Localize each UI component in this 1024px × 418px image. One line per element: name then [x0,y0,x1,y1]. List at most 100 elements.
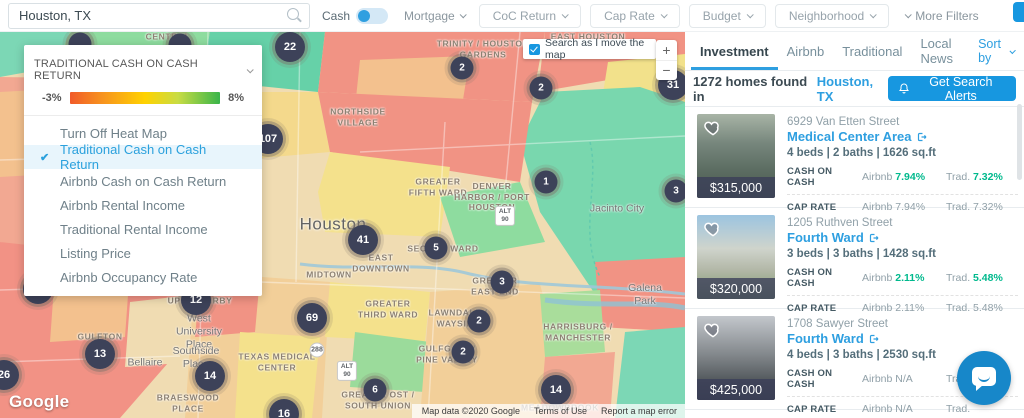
search-as-move-control: Search as I move the map [523,37,656,61]
heatmap-option[interactable]: ✔ Traditional Cash on Cash Return [24,142,262,172]
metric-label: CASH ON CASH [787,267,833,289]
zoom-out-button[interactable]: − [656,61,677,81]
listing-card[interactable]: $320,000 1205 Ruthven Street Fourth Ward… [685,208,1024,314]
map-cluster-marker[interactable]: 2 [467,309,491,333]
heatmap-option[interactable]: Listing Price [24,241,262,265]
map-cluster-marker[interactable]: 2 [529,76,553,100]
chevron-down-icon [869,11,877,19]
map-cluster-marker[interactable]: 3 [664,179,685,203]
filter-button-label: CoC Return [492,8,557,23]
metric-row-cash-on-cash: CASH ON CASH Airbnb 2.11% Trad. 5.48% [787,267,1018,289]
map-data-credit: Map data ©2020 Google [421,406,520,416]
map-attribution: Map data ©2020 Google Terms of Use Repor… [411,404,685,418]
heatmap-option[interactable]: Airbnb Rental Income [24,193,262,217]
metric-airbnb-value: Airbnb N/A [862,373,913,385]
results-tab[interactable]: Airbnb [778,32,834,70]
neighborhood-link[interactable]: Fourth Ward [787,230,1018,245]
listing-photo[interactable]: $315,000 [697,114,775,198]
favorite-heart-icon[interactable] [702,219,724,239]
metric-row-cash-on-cash: CASH ON CASH Airbnb 7.94% Trad. 7.32% [787,166,1018,188]
listing-info: 6929 Van Etten Street Medical Center Are… [775,114,1018,213]
heatmap-option-label: Traditional Cash on Cash Return [60,142,207,172]
external-link-icon [917,132,926,141]
google-logo: Google [9,392,70,411]
heatmap-option[interactable]: Traditional Rental Income [24,217,262,241]
heatmap-dropdown-header[interactable]: TRADITIONAL CASH ON CASH RETURN [24,45,262,92]
search-icon[interactable] [283,5,305,27]
results-tab[interactable]: Local News [911,32,978,70]
map-cluster-marker[interactable]: 14 [195,361,225,391]
filter-button[interactable]: Budget [688,3,766,28]
neighborhood-link[interactable]: Medical Center Area [787,129,1018,144]
heatmap-option-label: Traditional Rental Income [60,221,208,237]
external-link-icon [869,233,879,242]
metric-trad-value: Trad. 5.48% [946,272,1003,284]
map-cluster-marker[interactable]: 22 [275,32,305,62]
results-location-link[interactable]: Houston, TX [817,74,888,104]
alerts-button-label: Get Search Alerts [929,74,993,103]
divider [24,115,262,116]
heatmap-option[interactable]: Airbnb Cash on Cash Return [24,169,262,193]
map-zoom-control: + − [656,40,677,80]
search-as-move-checkbox[interactable] [529,43,540,55]
map-cluster-marker[interactable]: 3 [490,270,514,294]
toggle-knob [358,9,371,22]
cash-mortgage-toggle[interactable] [356,7,389,24]
favorite-heart-icon[interactable] [702,320,724,340]
scrollbar-thumb[interactable] [1017,104,1022,180]
get-search-alerts-button[interactable]: Get Search Alerts [887,74,1016,103]
filter-button[interactable]: Cap Rate [590,3,680,28]
filter-button[interactable]: CoC Return [478,3,582,28]
chevron-down-icon [561,11,569,19]
sort-by-dropdown[interactable]: Sort by [978,37,1016,65]
map-cluster-marker[interactable]: 2 [451,340,475,364]
results-tab[interactable]: Traditional [833,32,911,70]
mortgage-dropdown[interactable]: Mortgage [404,8,467,23]
mortgage-label: Mortgage [404,8,455,23]
neighborhood-name: Fourth Ward [787,331,864,346]
location-search [8,2,310,29]
chat-widget-button[interactable] [957,351,1011,405]
terms-of-use-link[interactable]: Terms of Use [534,406,587,416]
listing-card[interactable]: $315,000 6929 Van Etten Street Medical C… [685,107,1024,213]
results-tabs: Investment Airbnb Traditional Local News… [685,32,1024,71]
chevron-down-icon [904,11,912,19]
neighborhood-name: Medical Center Area [787,129,912,144]
more-filters-button[interactable]: More Filters [904,9,979,23]
listing-price: $320,000 [697,278,775,299]
heatmap-option[interactable]: Airbnb Occupancy Rate [24,265,262,289]
listing-info: 1205 Ruthven Street Fourth Ward 3 beds |… [775,215,1018,314]
listing-specs: 3 beds | 3 baths | 1428 sq.ft [787,248,936,260]
favorite-heart-icon[interactable] [702,118,724,138]
map-cluster-marker[interactable]: 41 [348,225,378,255]
report-map-error-link[interactable]: Report a map error [601,406,677,416]
filter-button[interactable]: Neighborhood [774,3,890,28]
map-cluster-marker[interactable]: 1 [534,170,558,194]
metric-trad-value: Trad. 7.32% [946,171,1003,183]
legend-min-label: -3% [42,92,62,104]
map-cluster-marker[interactable]: 14 [541,375,571,405]
filter-button-label: Budget [702,8,741,23]
results-header: 1272 homes found in Houston, TX Get Sear… [685,71,1024,107]
legend-gradient-bar [69,92,221,104]
sort-by-label: Sort by [978,37,1002,65]
map-cluster-marker[interactable]: 13 [85,339,115,369]
heatmap-legend: -3% 8% [24,92,262,115]
neighborhood-name: Fourth Ward [787,230,864,245]
map-cluster-marker[interactable]: 6 [363,378,387,402]
top-filter-bar: Cash Mortgage CoC Return Cap Rate [0,0,1024,32]
zoom-in-button[interactable]: + [656,40,677,61]
listing-price: $315,000 [697,177,775,198]
listing-card[interactable]: 2600 Bellefontaine Street #D26 [685,410,1024,418]
search-input[interactable] [9,8,283,23]
listing-photo[interactable]: $425,000 [697,316,775,400]
map-cluster-marker[interactable]: 2 [450,56,474,80]
map-cluster-marker[interactable]: 5 [424,236,448,260]
map-cluster-marker[interactable]: 69 [297,303,327,333]
neighborhood-link[interactable]: Fourth Ward [787,331,1018,346]
listing-photo[interactable]: $320,000 [697,215,775,299]
cut-off-button[interactable] [1013,2,1024,22]
heatmap-dropdown-panel: TRADITIONAL CASH ON CASH RETURN -3% 8% T… [24,45,262,296]
results-tab[interactable]: Investment [691,32,778,70]
cash-toggle-group: Cash Mortgage [322,7,467,24]
